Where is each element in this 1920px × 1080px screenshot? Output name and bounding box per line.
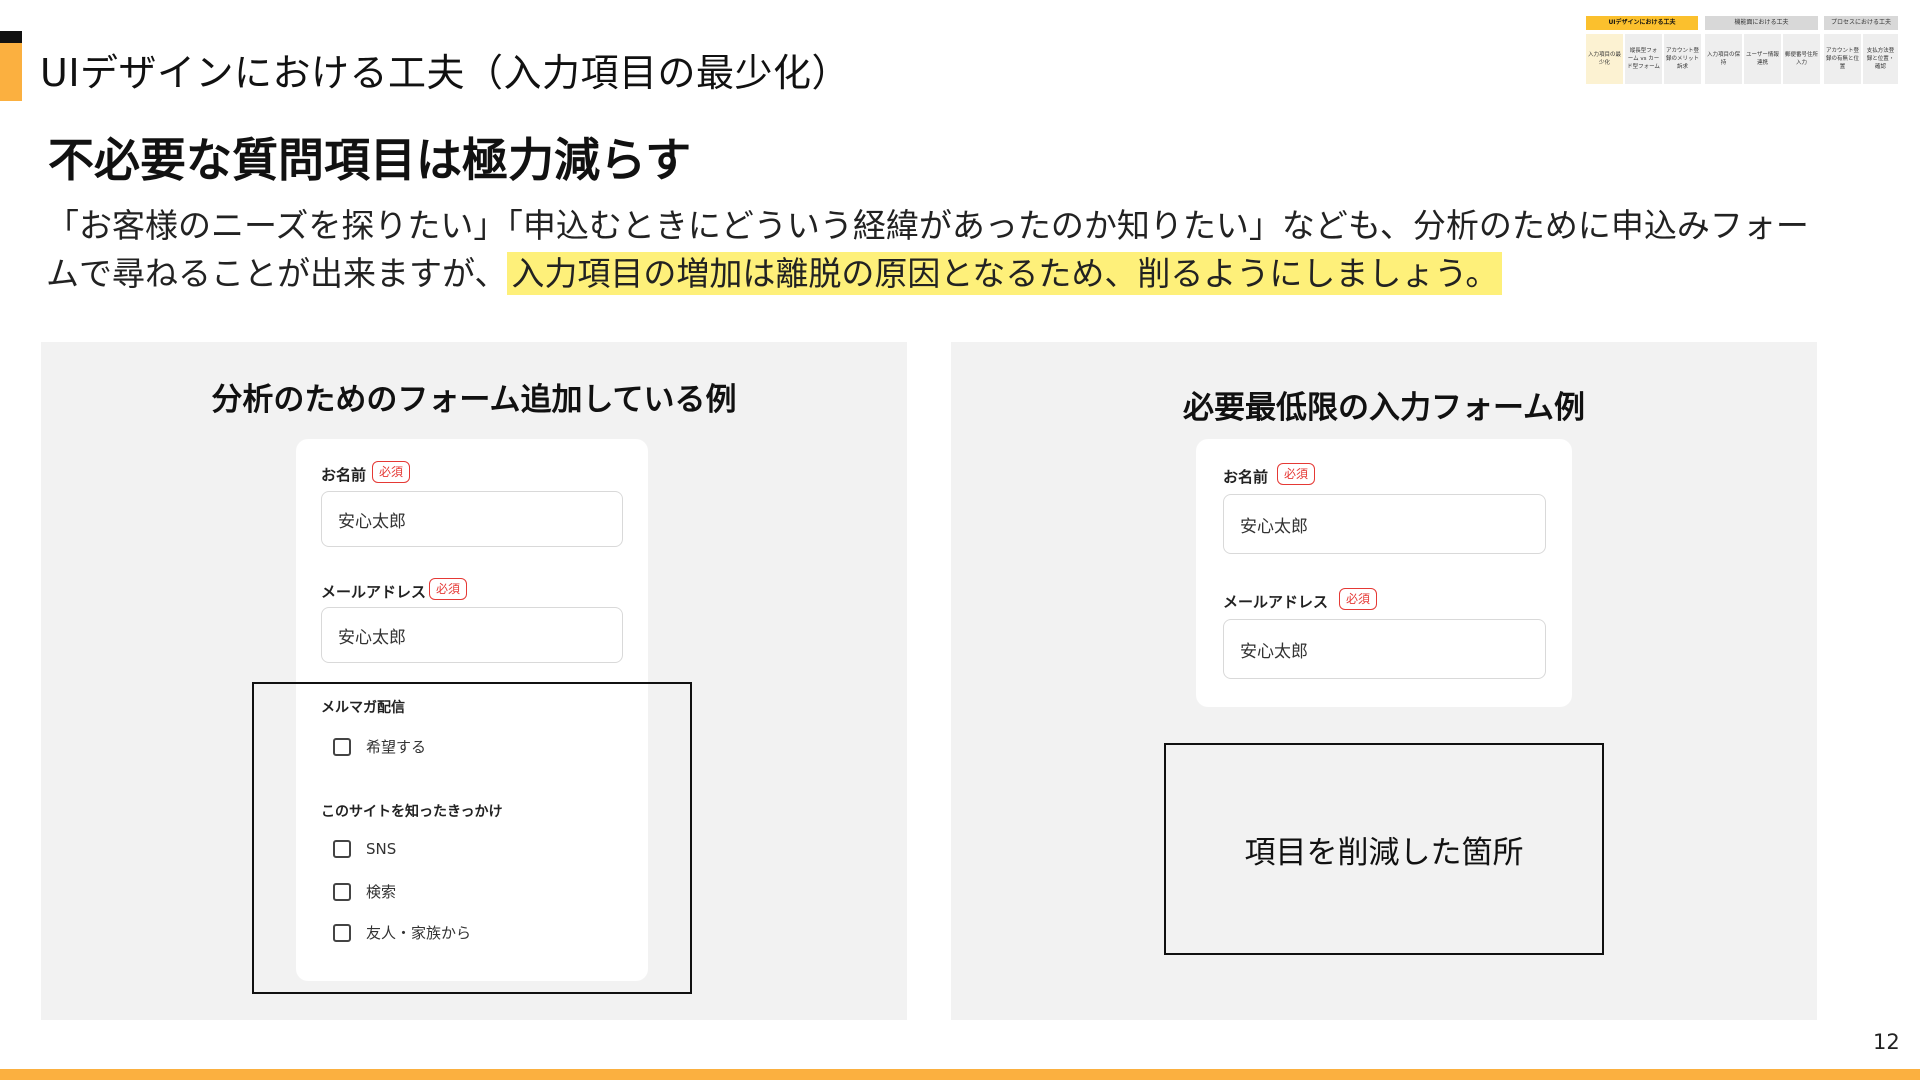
nav-group-function[interactable]: 機能面における工夫 <box>1705 16 1818 30</box>
lead-paragraph: 「お客様のニーズを探りたい」「申込むときにどういう経緯があったのか知りたい」など… <box>46 202 1836 298</box>
required-badge: 必須 <box>372 461 411 483</box>
nav-group-process[interactable]: プロセスにおける工夫 <box>1824 16 1898 30</box>
extra-fields-highlight-box <box>252 682 692 994</box>
required-badge: 必須 <box>1277 463 1316 485</box>
title-accent-cap <box>0 31 22 43</box>
email-label: メールアドレス <box>321 583 427 601</box>
nav-cell-input-retention[interactable]: 入力項目の保持 <box>1705 34 1742 84</box>
section-navigation-map: UIデザインにおける工夫 機能面における工夫 プロセスにおける工夫 入力項目の最… <box>1586 16 1898 88</box>
required-badge: 必須 <box>429 578 468 600</box>
nav-cell-account-merit[interactable]: アカウント登録のメリット訴求 <box>1664 34 1701 84</box>
nav-cell-user-info-link[interactable]: ユーザー情報連携 <box>1744 34 1781 84</box>
nav-group-ui-design[interactable]: UIデザインにおける工夫 <box>1586 16 1698 30</box>
name-label: お名前 <box>321 466 367 484</box>
name-input[interactable]: 安心太郎 <box>1223 494 1546 554</box>
page-number: 12 <box>1873 1030 1900 1054</box>
name-label: お名前 <box>1223 468 1269 486</box>
example-panel-minimal-form: 必要最低限の入力フォーム例 お名前 必須 安心太郎 メールアドレス 必須 安心太… <box>951 342 1817 1020</box>
email-input[interactable]: 安心太郎 <box>1223 619 1546 679</box>
headline: 不必要な質問項目は極力減らす <box>48 133 692 187</box>
email-label: メールアドレス <box>1223 593 1329 611</box>
nav-cell-postal-address[interactable]: 郵便番号住所入力 <box>1783 34 1820 84</box>
footer-accent-bar <box>0 1069 1920 1080</box>
form-card: お名前 必須 安心太郎 メールアドレス 必須 安心太郎 <box>1196 439 1572 707</box>
lead-highlight: 入力項目の増加は離脱の原因となるため、削るようにしましょう。 <box>507 252 1503 295</box>
nav-cell-payment-method[interactable]: 支払方法登録と位置・確認 <box>1863 34 1898 84</box>
example-panel-with-analysis-fields: 分析のためのフォーム追加している例 お名前 必須 安心太郎 メールアドレス 必須… <box>41 342 907 1020</box>
email-input[interactable]: 安心太郎 <box>321 607 623 663</box>
nav-cell-form-layout[interactable]: 縦長型フォーム vs カード型フォーム <box>1625 34 1662 84</box>
nav-cell-account-registration[interactable]: アカウント登録の有無と位置 <box>1824 34 1861 84</box>
removed-fields-box: 項目を削減した箇所 <box>1164 743 1604 955</box>
required-badge: 必須 <box>1339 588 1378 610</box>
panel-title: 必要最低限の入力フォーム例 <box>1182 390 1586 426</box>
name-input[interactable]: 安心太郎 <box>321 491 623 547</box>
panel-title: 分析のためのフォーム追加している例 <box>211 382 737 418</box>
slide-title: UIデザインにおける工夫（入力項目の最少化） <box>40 51 851 95</box>
nav-cell-minimize-inputs[interactable]: 入力項目の最少化 <box>1586 34 1623 84</box>
